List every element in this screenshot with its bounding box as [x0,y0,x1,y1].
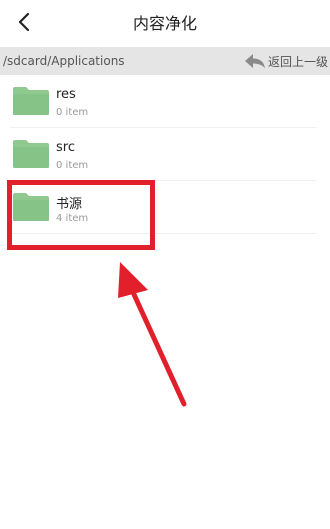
go-up-button[interactable]: 返回上一级 [244,51,328,71]
path-bar: /sdcard/Applications 返回上一级 [0,47,330,75]
annotation-highlight-box [7,180,155,250]
current-path: /sdcard/Applications [3,54,125,68]
screen: 内容净化 /sdcard/Applications 返回上一级 res 0 it… [0,0,330,529]
go-up-label: 返回上一级 [267,54,328,69]
folder-item-count: 0 item [56,160,89,171]
folder-item-count: 0 item [56,107,89,118]
page-title: 内容净化 [132,14,197,33]
folder-name: res [56,87,76,102]
folder-icon [13,87,49,115]
folder-row-res[interactable]: res 0 item [10,75,316,128]
reply-arrow-icon [244,54,265,68]
title-bar: 内容净化 [0,0,330,44]
folder-name: src [56,140,75,155]
folder-icon [13,140,49,168]
folder-row-src[interactable]: src 0 item [10,128,316,181]
